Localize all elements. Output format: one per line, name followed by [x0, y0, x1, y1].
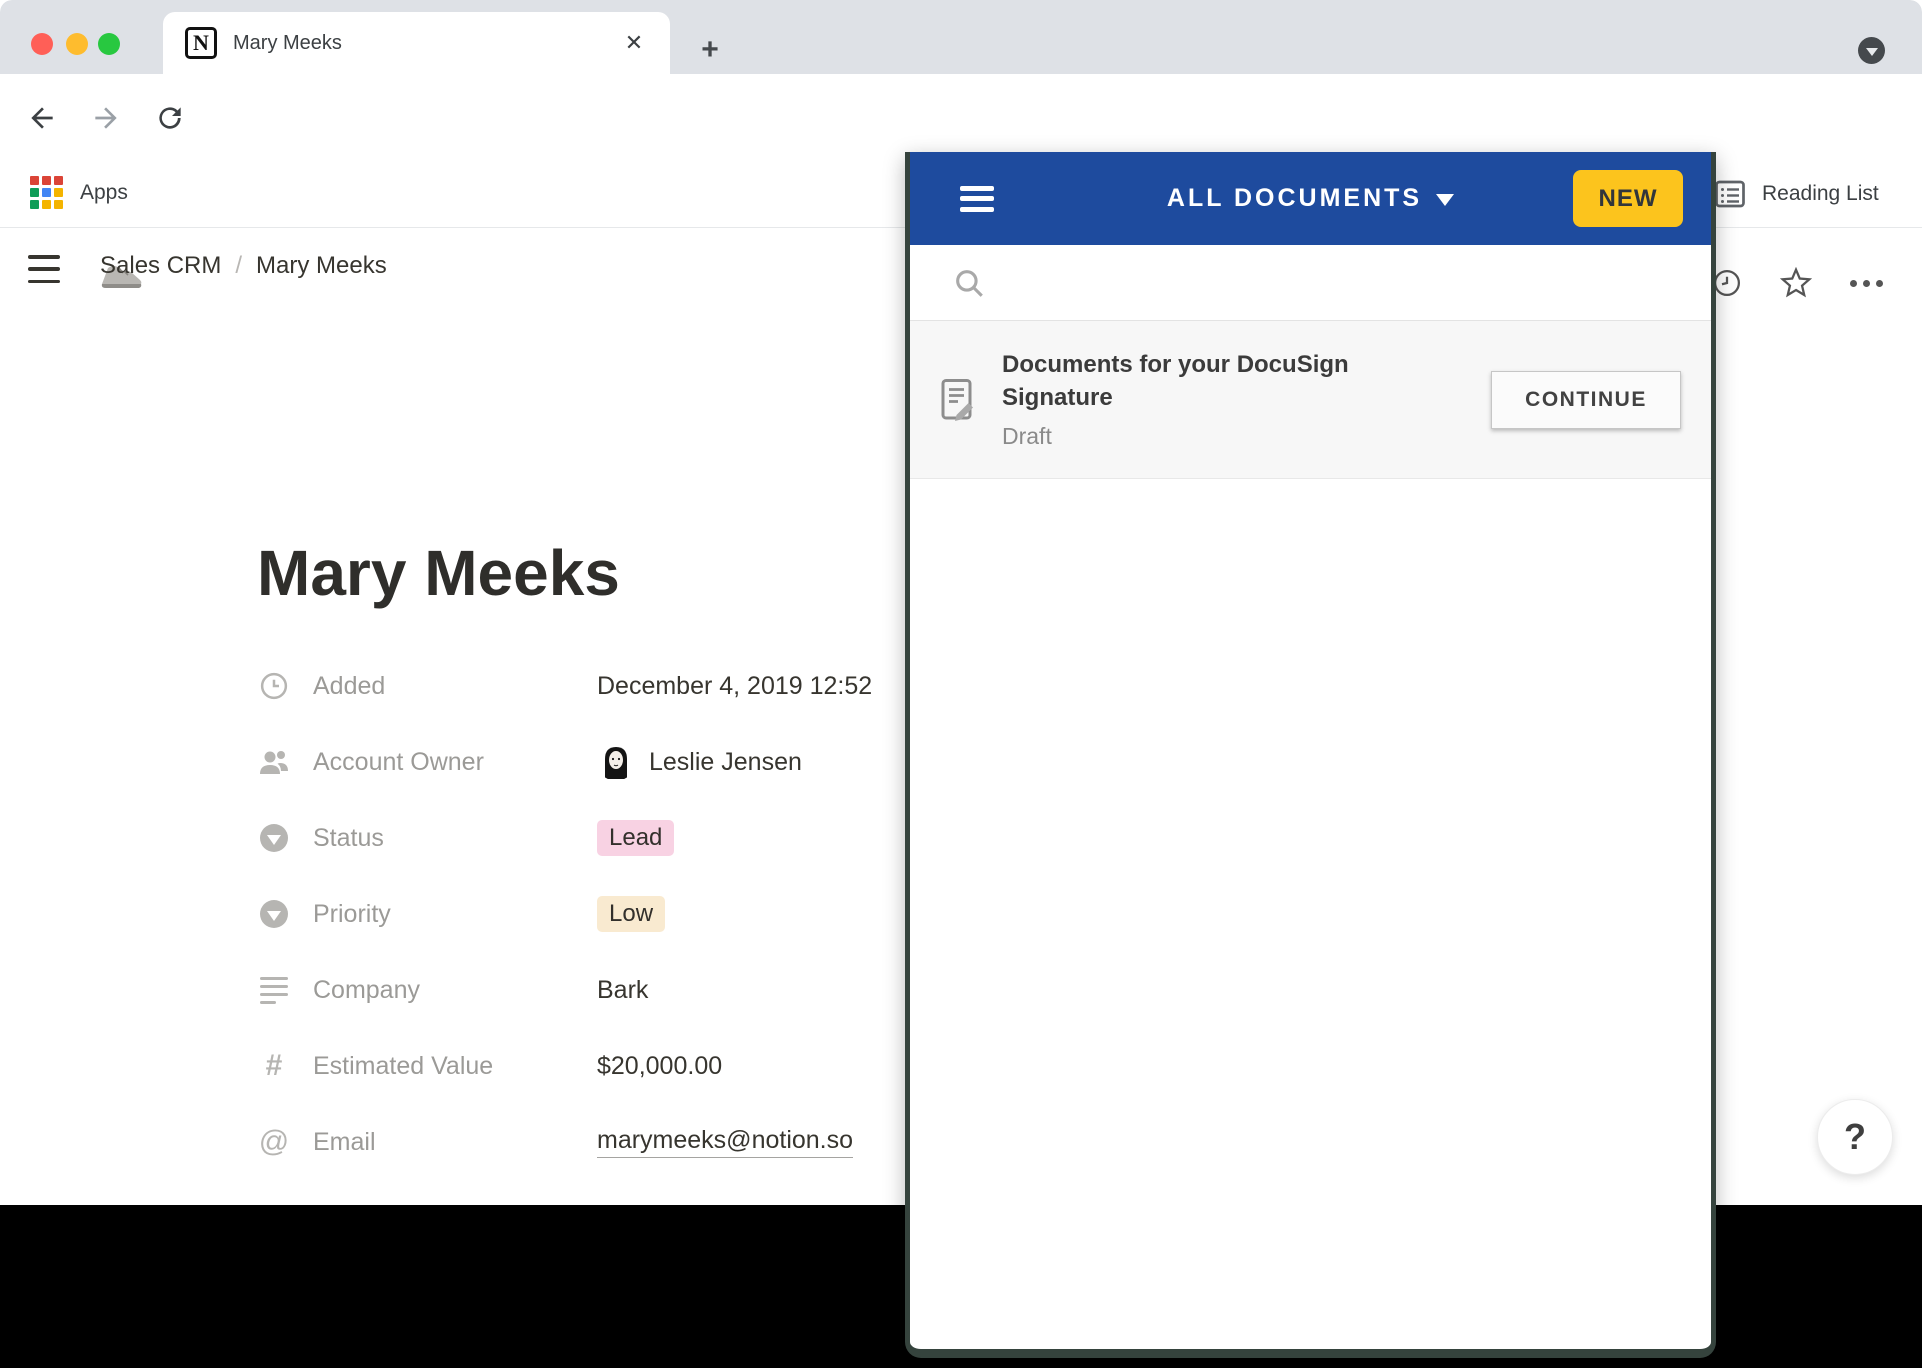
- tab-close-icon[interactable]: ✕: [620, 29, 648, 57]
- browser-toolbar: notion.so/camacme/Mary-Meeks-2219a2de94f…: [0, 74, 1922, 162]
- status-badge[interactable]: Lead: [597, 820, 674, 856]
- document-info: Documents for your DocuSign Signature Dr…: [1002, 349, 1402, 450]
- new-document-button[interactable]: NEW: [1573, 170, 1683, 227]
- property-value-added[interactable]: December 4, 2019 12:52: [597, 672, 872, 701]
- documents-filter-label: ALL DOCUMENTS: [1167, 184, 1422, 212]
- apps-grid-icon: [30, 176, 64, 210]
- close-window-button[interactable]: [31, 33, 53, 55]
- reading-list-label: Reading List: [1762, 182, 1879, 206]
- breadcrumb-page[interactable]: Mary Meeks: [256, 252, 387, 280]
- property-row-status: Status Lead: [257, 800, 872, 876]
- sidebar-toggle-icon[interactable]: [28, 255, 60, 283]
- browser-window: N Mary Meeks ✕ + notion.so/camacme/Mary-…: [0, 0, 1922, 1368]
- minimize-window-button[interactable]: [66, 33, 88, 55]
- apps-label: Apps: [80, 181, 128, 205]
- forward-arrow-icon: [90, 102, 122, 134]
- document-title: Documents for your DocuSign Signature: [1002, 349, 1402, 414]
- document-signature-icon: [940, 377, 976, 423]
- forward-button[interactable]: [84, 96, 128, 140]
- reading-list-icon: [1712, 176, 1748, 212]
- property-row-email: @ Email marymeeks@notion.so: [257, 1104, 872, 1180]
- tab-search-chevron-icon[interactable]: [1858, 37, 1885, 64]
- property-label[interactable]: Account Owner: [313, 748, 597, 777]
- number-hash-icon: #: [257, 1051, 291, 1081]
- continue-button[interactable]: CONTINUE: [1491, 371, 1681, 429]
- browser-tab[interactable]: N Mary Meeks ✕: [163, 12, 670, 74]
- property-value-estimated-value[interactable]: $20,000.00: [597, 1052, 722, 1081]
- chevron-down-icon: [1866, 48, 1878, 56]
- property-row-added: Added December 4, 2019 12:52: [257, 648, 872, 724]
- zoom-window-button[interactable]: [98, 33, 120, 55]
- breadcrumb-workspace[interactable]: Sales CRM: [100, 252, 221, 280]
- docusign-search-bar[interactable]: [910, 245, 1711, 321]
- reload-icon: [154, 102, 186, 134]
- back-button[interactable]: [20, 96, 64, 140]
- leslie-avatar: [597, 743, 635, 781]
- email-at-icon: @: [257, 1127, 291, 1157]
- select-chevron-icon: [257, 824, 291, 852]
- reading-list-shortcut[interactable]: Reading List: [1712, 176, 1879, 212]
- property-value-company[interactable]: Bark: [597, 976, 648, 1005]
- select-chevron-icon: [257, 900, 291, 928]
- property-list: Added December 4, 2019 12:52 Account Own…: [257, 648, 872, 1180]
- property-label[interactable]: Estimated Value: [313, 1052, 597, 1081]
- reload-button[interactable]: [148, 96, 192, 140]
- page-more-icon[interactable]: [1850, 280, 1883, 287]
- text-lines-icon: [257, 977, 291, 1004]
- document-status: Draft: [1002, 423, 1402, 450]
- chevron-down-icon: [1436, 194, 1454, 206]
- search-icon: [952, 266, 986, 300]
- notion-favicon: N: [185, 27, 217, 59]
- favorite-star-icon[interactable]: [1780, 267, 1812, 299]
- docusign-panel: ALL DOCUMENTS NEW Documents for your Doc…: [905, 152, 1716, 1358]
- property-label[interactable]: Company: [313, 976, 597, 1005]
- back-arrow-icon: [26, 102, 58, 134]
- person-name: Leslie Jensen: [649, 748, 802, 777]
- property-label[interactable]: Added: [313, 672, 597, 701]
- property-row-account-owner: Account Owner Leslie Jensen: [257, 724, 872, 800]
- property-value-account-owner[interactable]: Leslie Jensen: [597, 743, 802, 781]
- docusign-header: ALL DOCUMENTS NEW: [910, 152, 1711, 245]
- page-history-icon[interactable]: [1712, 268, 1742, 298]
- property-row-company: Company Bark: [257, 952, 872, 1028]
- property-row-estimated-value: # Estimated Value $20,000.00: [257, 1028, 872, 1104]
- help-button[interactable]: ?: [1817, 1099, 1893, 1175]
- apps-shortcut[interactable]: Apps: [30, 176, 128, 210]
- property-label[interactable]: Email: [313, 1128, 597, 1157]
- new-tab-button[interactable]: +: [692, 32, 728, 68]
- tab-strip: N Mary Meeks ✕ +: [0, 0, 1922, 74]
- property-label[interactable]: Priority: [313, 900, 597, 929]
- person-icon: [257, 748, 291, 776]
- page-title[interactable]: Mary Meeks: [257, 536, 620, 610]
- clock-icon: [257, 671, 291, 701]
- property-row-priority: Priority Low: [257, 876, 872, 952]
- priority-badge[interactable]: Low: [597, 896, 665, 932]
- email-link[interactable]: marymeeks@notion.so: [597, 1126, 853, 1158]
- tab-title: Mary Meeks: [233, 32, 342, 55]
- breadcrumb-separator: /: [235, 252, 242, 280]
- property-label[interactable]: Status: [313, 824, 597, 853]
- document-list-item[interactable]: Documents for your DocuSign Signature Dr…: [910, 321, 1711, 479]
